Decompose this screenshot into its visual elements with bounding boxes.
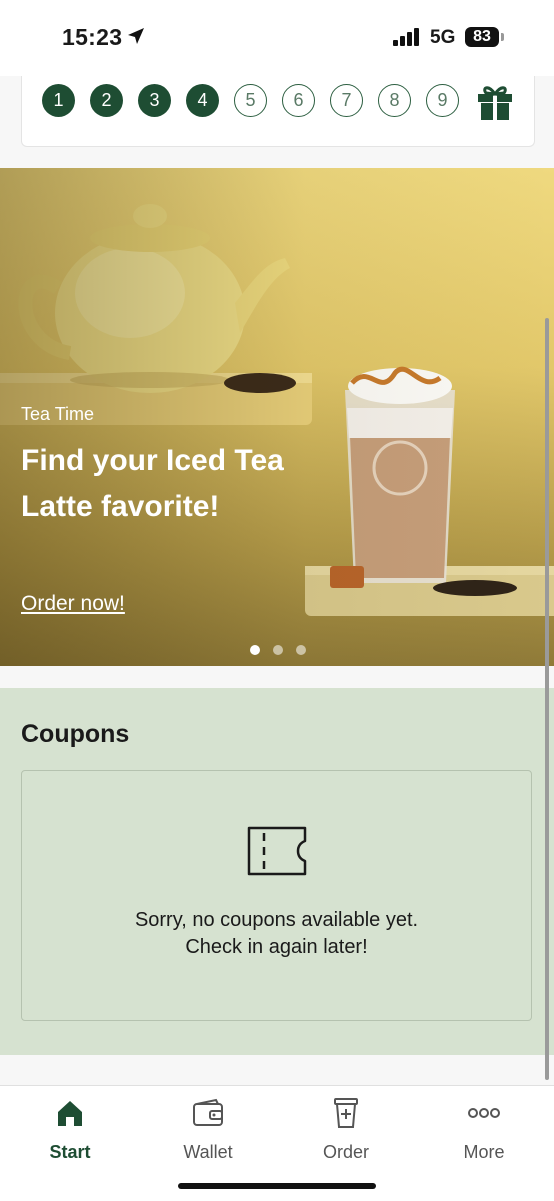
stamp-1: 1 — [42, 84, 75, 117]
tab-start[interactable]: Start — [20, 1096, 120, 1163]
stamp-5: 5 — [234, 84, 267, 117]
ticket-icon — [247, 826, 307, 876]
stamp-card[interactable]: 123456789 — [21, 76, 535, 147]
stamp-2: 2 — [90, 84, 123, 117]
carousel-dots[interactable] — [250, 645, 306, 655]
stamp-row: 123456789 — [42, 84, 459, 117]
scrollbar[interactable] — [545, 318, 549, 1080]
tab-order[interactable]: Order — [296, 1096, 396, 1163]
stamp-8: 8 — [378, 84, 411, 117]
promo-banner[interactable]: Tea Time Find your Iced Tea Latte favori… — [0, 168, 554, 666]
coupons-empty-box: Sorry, no coupons available yet. Check i… — [21, 770, 532, 1021]
tab-wallet[interactable]: Wallet — [158, 1096, 258, 1163]
coupons-title: Coupons — [21, 720, 130, 748]
stamp-7: 7 — [330, 84, 363, 117]
tab-label-start: Start — [49, 1142, 91, 1162]
location-arrow-icon — [128, 28, 144, 44]
cup-icon — [334, 1098, 358, 1128]
stamp-6: 6 — [282, 84, 315, 117]
stamp-3: 3 — [138, 84, 171, 117]
banner-kicker: Tea Time — [21, 404, 95, 424]
tab-label-wallet: Wallet — [183, 1142, 233, 1162]
carousel-dot[interactable] — [273, 645, 283, 655]
stamp-4: 4 — [186, 84, 219, 117]
coupons-empty-message: Sorry, no coupons available yet. Check i… — [22, 907, 531, 961]
home-icon — [58, 1101, 82, 1126]
carousel-dot[interactable] — [296, 645, 306, 655]
empty-message-line1: Sorry, no coupons available yet. — [134, 909, 419, 931]
wallet-icon — [193, 1098, 223, 1126]
coupons-section: Coupons Sorry, no coupons available yet.… — [0, 688, 554, 1055]
home-indicator — [178, 1183, 376, 1189]
carousel-dot[interactable] — [250, 645, 260, 655]
signal-icon — [393, 28, 419, 46]
gift-icon[interactable] — [476, 82, 514, 122]
network-type: 5G — [430, 27, 456, 48]
stamp-9: 9 — [426, 84, 459, 117]
banner-headline: Find your Iced Tea Latte favorite! — [21, 444, 284, 523]
order-now-link[interactable]: Order now! — [21, 592, 125, 616]
more-icon — [468, 1108, 500, 1118]
status-time: 15:23 — [62, 24, 123, 50]
battery-tip — [501, 33, 504, 41]
battery-icon: 83 — [465, 27, 499, 47]
status-bar: 15:23 5G 83 — [0, 0, 554, 76]
tab-more[interactable]: More — [434, 1096, 534, 1163]
empty-message-line2: Check in again later! — [185, 936, 368, 958]
tab-label-order: Order — [322, 1142, 369, 1162]
tab-label-more: More — [463, 1142, 505, 1162]
